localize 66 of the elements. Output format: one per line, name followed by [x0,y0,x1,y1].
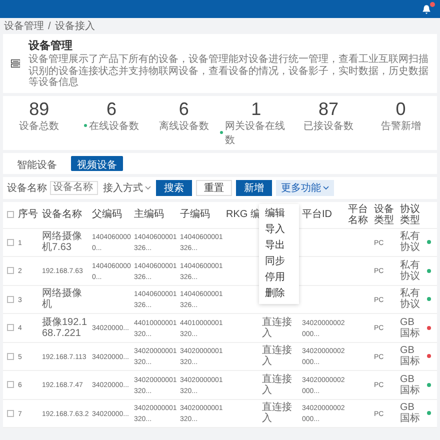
stat-label: 已接设备数 [303,120,354,132]
checkbox[interactable] [6,211,14,218]
stat-label: 设备总数 [19,120,60,132]
table-cell: 摄像192.168.7.221 [42,316,88,339]
filter-label: 设备名称 [7,182,47,194]
column-header: 平台名称 [348,204,368,226]
menu-item[interactable]: 删除 [259,286,299,302]
table-cell: 直连接入 [262,345,292,368]
checkbox[interactable] [6,296,14,303]
column-header: 设备名称 [42,209,82,220]
table-cell: 直连接入 [262,316,292,339]
column-header: 子编码 [180,209,210,220]
access-mode-dropdown[interactable]: 接入方式 [103,180,151,194]
stat-value: 87 [318,98,338,118]
stat-value: 89 [29,98,50,118]
stat-value: 0 [396,98,406,118]
stat-label: 网关设备在线数 [224,120,286,146]
bell-icon[interactable] [421,4,432,14]
checkbox[interactable] [6,324,14,332]
caret-icon [323,186,329,190]
action-button[interactable]: 新增 [236,180,272,196]
checkbox[interactable] [6,267,14,274]
table-cell: 直连接入 [262,402,292,424]
breadcrumb-item[interactable]: 设备接入 [54,19,95,33]
table-cell: 直连接入 [262,374,292,396]
tab[interactable]: 智能设备 [11,156,63,170]
checkbox[interactable] [6,238,14,246]
column-header: 序号 [18,209,38,220]
table-cell: GB 国标 [400,402,420,424]
table-cell: 私有协议 [400,288,420,310]
stat-label: 告警新增 [380,120,421,132]
device-name-field[interactable]: 设备名称 [50,180,98,194]
tab[interactable]: 视频设备 [71,156,123,170]
menu-item[interactable]: 停用 [259,270,299,286]
menu-item[interactable]: 导出 [259,238,299,254]
table-cell: 网络摄像机7.63 [42,231,82,254]
table-cell: GB 国标 [400,345,420,368]
column-header: 平台ID [302,209,332,220]
page-description: 设备管理展示了产品下所有的设备，设备管理能对设备进行统一管理，查看工业互联网扫描识别的设备连接状态并支持物联网设备，查看设备的情况，设备影子，实时数据，历史数据等设备信息 [28,54,429,88]
action-button[interactable]: 重置 [196,180,232,196]
table-cell: GB 国标 [400,374,420,396]
table-cell: 私有协议 [400,231,420,254]
menu-item[interactable]: 导入 [259,222,299,238]
stat-value: 6 [178,98,189,118]
column-header: 主编码 [134,209,164,220]
checkbox[interactable] [6,352,14,360]
table-cell: 私有协议 [400,260,420,282]
menu-item[interactable]: 编辑 [259,206,299,222]
action-button[interactable]: 更多功能 [276,180,334,196]
stat-value: 6 [106,98,116,118]
column-header: 父编码 [92,209,122,220]
breadcrumb-item[interactable]: 设备管理 [4,19,44,33]
column-header: 协议类型 [400,204,420,226]
stat-value: 1 [251,98,262,118]
menu-item[interactable]: 同步 [259,254,299,270]
stat-label: 离线设备数 [158,120,209,132]
table-cell: GB 国标 [400,316,420,339]
breadcrumb-separator: / [48,20,51,32]
caret-icon [145,186,151,190]
stat-label: 在线设备数 [88,120,139,132]
table-cell: 网络摄像机 [42,288,82,310]
column-header: 设备类型 [374,204,394,226]
checkbox[interactable] [6,410,14,417]
page-title: 设备管理 [28,39,74,53]
checkbox[interactable] [6,381,14,388]
action-button[interactable]: 搜索 [156,180,192,196]
